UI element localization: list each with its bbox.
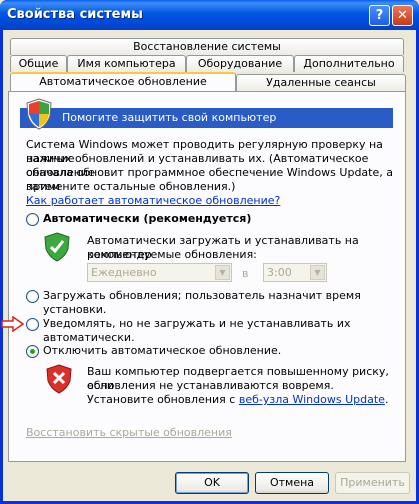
windows-security-shield-icon (26, 98, 52, 130)
intro-line-4: примените остальные обновления.) (26, 180, 236, 193)
schedule-day-select[interactable]: Ежедневно ▼ (87, 263, 232, 282)
how-it-works-link[interactable]: Как работает автоматическое обновление? (26, 194, 280, 208)
schedule-day-value: Ежедневно (91, 266, 157, 279)
automatic-label[interactable]: Автоматически (рекомендуется) (43, 212, 251, 226)
radio-notify[interactable] (26, 318, 39, 331)
off-label[interactable]: Отключить автоматическое обновление. (43, 344, 281, 358)
download-label[interactable]: Загружать обновления; пользователь назна… (43, 289, 419, 317)
close-button[interactable]: ✕ (392, 5, 413, 26)
tab-automatic-updates[interactable]: Автоматическое обновление (10, 72, 236, 91)
chevron-down-icon: ▼ (215, 265, 230, 280)
green-shield-check-icon (44, 232, 70, 262)
off-desc-3-suffix: . (384, 393, 389, 406)
off-desc-3-prefix: Установите обновления с (87, 393, 236, 406)
help-button[interactable]: ? (369, 5, 390, 26)
cancel-button[interactable]: Отмена (255, 472, 329, 494)
radio-automatic[interactable] (26, 213, 39, 226)
window-title: Свойства системы (7, 7, 143, 22)
tab-system-restore[interactable]: Восстановление системы (10, 38, 404, 55)
schedule-at-label: в (242, 267, 249, 280)
automatic-desc-2: рекомендуемые обновления: (87, 248, 257, 261)
apply-button[interactable]: Применить (335, 472, 410, 494)
restore-hidden-updates-link[interactable]: Восстановить скрытые обновления (26, 426, 232, 440)
off-desc-2: обновления не устанавливаются вовремя. (87, 379, 334, 392)
red-shield-x-icon (46, 364, 72, 394)
title-bar[interactable]: Свойства системы ? ✕ (0, 0, 419, 30)
tab-general[interactable]: Общие (10, 55, 67, 72)
ok-button[interactable]: OK (175, 472, 249, 494)
notify-label[interactable]: Уведомлять, но не загружать и не устанав… (43, 317, 419, 345)
radio-off[interactable] (26, 345, 39, 358)
schedule-time-value: 3:00 (267, 266, 292, 279)
chevron-down-icon: ▼ (310, 265, 325, 280)
banner-text: Помогите защитить свой компьютер (62, 111, 277, 124)
security-banner: Помогите защитить свой компьютер (20, 108, 393, 128)
radio-download[interactable] (26, 290, 39, 303)
windows-update-link[interactable]: веб-узла Windows Update (239, 393, 385, 406)
tab-computer-name[interactable]: Имя компьютера (67, 55, 186, 72)
off-desc-3: Установите обновления с веб-узла Windows… (87, 393, 388, 407)
tab-remote[interactable]: Удаленные сеансы (236, 74, 406, 91)
red-arrow-icon (1, 316, 24, 332)
tab-advanced[interactable]: Дополнительно (294, 55, 404, 72)
tab-hardware[interactable]: Оборудование (186, 55, 294, 72)
schedule-time-select[interactable]: 3:00 ▼ (263, 263, 327, 282)
